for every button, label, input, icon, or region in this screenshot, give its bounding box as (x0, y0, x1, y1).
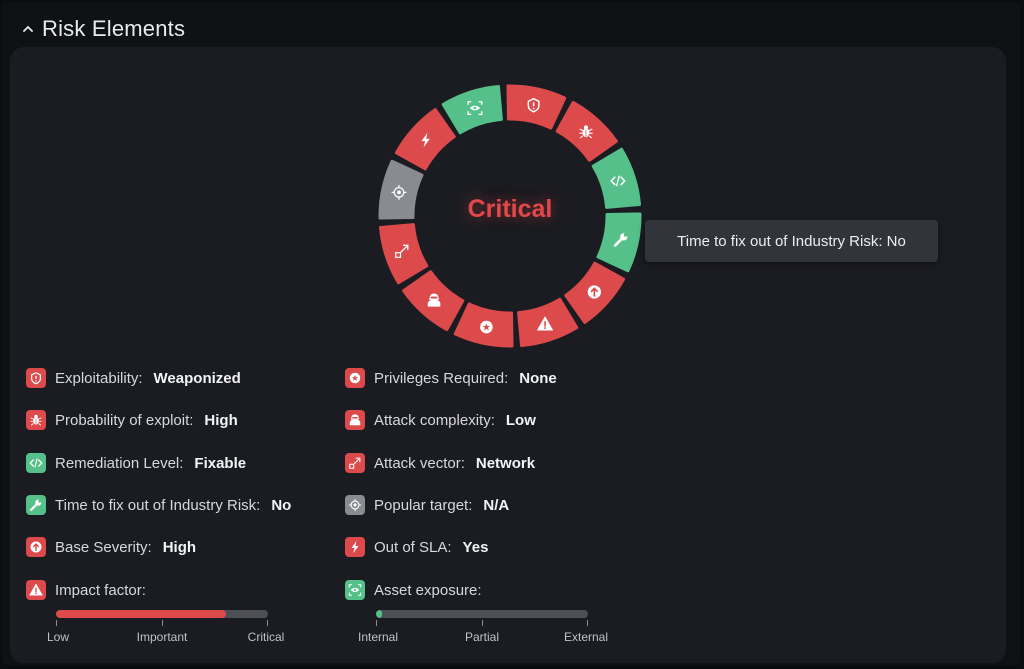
ring-segment-base-severity[interactable] (564, 261, 626, 324)
scale-tick (376, 620, 377, 626)
badge-icon (345, 368, 365, 388)
scale-label-important: Important (136, 630, 188, 644)
arrow-up-circle-icon (587, 285, 601, 299)
ring-segment-out-of-sla[interactable] (394, 108, 456, 171)
ring-segment-impact-factor[interactable] (517, 297, 579, 347)
attr-label: Attack complexity: (374, 411, 495, 429)
attr-probability-of-exploit: Probability of exploit: High (26, 409, 238, 431)
attr-base-severity: Base Severity: High (26, 536, 196, 558)
ring-segment-attack-complexity[interactable] (402, 270, 465, 332)
attr-popular-target: Popular target: N/A (345, 494, 509, 516)
attr-label: Time to fix out of Industry Risk: (55, 496, 261, 514)
scale-label-partial: Partial (464, 630, 500, 644)
scale-track (376, 610, 588, 618)
attr-label: Impact factor: (55, 581, 146, 599)
impact-factor-scale: Low Important Critical (47, 610, 284, 650)
attr-attack-complexity: Attack complexity: Low (345, 409, 536, 431)
badge-icon (480, 320, 493, 334)
ring-segment-remediation[interactable] (591, 147, 641, 209)
shield-alert-icon (26, 368, 46, 388)
attr-value: Fixable (194, 454, 247, 472)
asset-exposure-scale: Internal Partial External (358, 610, 608, 650)
attr-out-of-sla: Out of SLA: Yes (345, 536, 488, 558)
ring-segment-time-to-fix[interactable] (596, 212, 642, 273)
scale-fill (56, 610, 226, 618)
scale-fill (376, 610, 383, 618)
warning-icon (26, 580, 46, 600)
chevron-up-icon[interactable] (22, 23, 34, 35)
attr-value: High (162, 538, 197, 556)
scale-tick (482, 620, 483, 626)
attr-privileges-required: Privileges Required: None (345, 367, 557, 389)
attr-value: Low (505, 411, 536, 429)
section-header[interactable]: Risk Elements (22, 12, 185, 46)
attr-value: Yes (462, 538, 489, 556)
ring-segment-asset-exposure[interactable] (441, 85, 503, 135)
ring-segment-popular-target[interactable] (378, 159, 424, 220)
attr-value: Network (475, 454, 536, 472)
attr-value: None (519, 369, 557, 387)
attr-time-to-fix: Time to fix out of Industry Risk: No (26, 494, 291, 516)
code-icon (26, 453, 46, 473)
scale-label-low: Low (46, 630, 70, 644)
attr-remediation-level: Remediation Level: Fixable (26, 452, 246, 474)
attr-label: Out of SLA: (374, 538, 452, 556)
bug-icon (26, 410, 46, 430)
scale-tick (587, 620, 588, 626)
tooltip: Time to fix out of Industry Risk: No (645, 220, 938, 262)
hacker-icon (345, 410, 365, 430)
lightning-icon (345, 537, 365, 557)
attr-label: Asset exposure: (374, 581, 482, 599)
ring-segment-probability[interactable] (555, 100, 618, 162)
attr-asset-exposure: Asset exposure: (345, 579, 482, 601)
attr-label: Popular target: (374, 496, 473, 514)
attr-exploitability: Exploitability: Weaponized (26, 367, 241, 389)
attr-value: High (204, 411, 238, 429)
attr-label: Attack vector: (374, 454, 465, 472)
ring-segment-attack-vector[interactable] (379, 223, 429, 285)
attr-label: Exploitability: (55, 369, 143, 387)
attr-label: Privileges Required: (374, 369, 509, 387)
attr-impact-factor: Impact factor: (26, 579, 146, 601)
scale-label-critical: Critical (247, 630, 285, 644)
section-title: Risk Elements (42, 16, 186, 41)
target-icon (345, 495, 365, 515)
scale-tick (267, 620, 268, 626)
attr-attack-vector: Attack vector: Network (345, 452, 535, 474)
ring-segment-exploitability[interactable] (506, 84, 567, 130)
arrow-up-circle-icon (26, 537, 46, 557)
eye-scan-icon (345, 580, 365, 600)
scale-tick (56, 620, 57, 626)
attr-value: Weaponized (153, 369, 241, 387)
wrench-icon (26, 495, 46, 515)
attr-value: No (271, 496, 292, 514)
risk-level-label: Critical (467, 195, 553, 223)
attr-label: Remediation Level: (55, 454, 184, 472)
scale-track (56, 610, 268, 618)
attr-value: N/A (483, 496, 510, 514)
attr-label: Probability of exploit: (55, 411, 194, 429)
attr-label: Base Severity: (55, 538, 152, 556)
scale-label-external: External (563, 630, 609, 644)
ring-segment-privileges[interactable] (453, 302, 514, 348)
network-arrow-icon (345, 453, 365, 473)
scale-tick (162, 620, 163, 626)
tooltip-text: Time to fix out of Industry Risk: No (677, 232, 906, 250)
scale-label-internal: Internal (357, 630, 399, 644)
